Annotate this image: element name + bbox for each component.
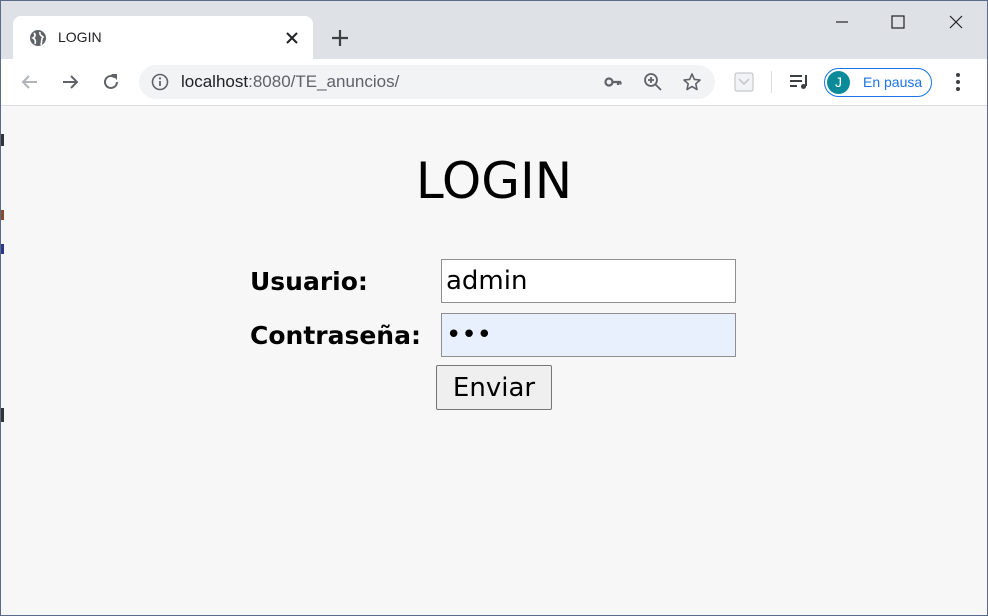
browser-window: LOGIN localhost:8080/TE_anuncios/ J En p… xyxy=(0,0,988,616)
tab-strip: LOGIN xyxy=(1,1,987,59)
page-title: LOGIN xyxy=(415,152,573,210)
minimize-icon[interactable] xyxy=(819,7,865,37)
maximize-icon[interactable] xyxy=(875,7,921,37)
page-content: LOGIN Usuario: Contraseña: Enviar xyxy=(1,106,987,615)
password-label: Contraseña: xyxy=(250,321,421,350)
edge-artifact xyxy=(1,408,4,422)
globe-icon xyxy=(29,29,47,47)
browser-toolbar: localhost:8080/TE_anuncios/ J En pausa xyxy=(1,59,987,106)
url-path: :8080/TE_anuncios/ xyxy=(248,72,400,91)
info-icon[interactable] xyxy=(151,73,169,91)
edge-artifact xyxy=(1,134,4,146)
toolbar-separator xyxy=(771,71,772,93)
profile-button[interactable]: J En pausa xyxy=(824,68,932,97)
avatar: J xyxy=(827,71,850,94)
kebab-menu-icon[interactable] xyxy=(946,70,970,94)
arrow-right-icon[interactable] xyxy=(58,70,82,94)
edge-artifact xyxy=(1,244,4,254)
tab-title: LOGIN xyxy=(58,29,102,45)
profile-status-label: En pausa xyxy=(863,74,923,90)
username-input[interactable] xyxy=(441,259,736,303)
url-host: localhost xyxy=(181,72,249,91)
password-input[interactable] xyxy=(441,313,736,357)
reload-icon[interactable] xyxy=(99,70,123,94)
zoom-in-icon[interactable] xyxy=(643,72,663,92)
edge-artifact xyxy=(1,210,4,220)
pocket-icon[interactable] xyxy=(732,70,756,94)
tab-login[interactable]: LOGIN xyxy=(13,16,313,59)
close-icon[interactable] xyxy=(283,29,301,47)
address-bar[interactable]: localhost:8080/TE_anuncios/ xyxy=(139,65,715,99)
key-icon[interactable] xyxy=(603,72,623,92)
submit-button[interactable]: Enviar xyxy=(436,365,552,410)
star-icon[interactable] xyxy=(682,72,702,92)
url-text: localhost:8080/TE_anuncios/ xyxy=(181,72,399,92)
media-queue-icon[interactable] xyxy=(787,70,811,94)
plus-icon[interactable] xyxy=(329,27,351,49)
arrow-left-icon[interactable] xyxy=(18,70,42,94)
username-label: Usuario: xyxy=(250,267,368,296)
close-window-icon[interactable] xyxy=(933,7,979,37)
